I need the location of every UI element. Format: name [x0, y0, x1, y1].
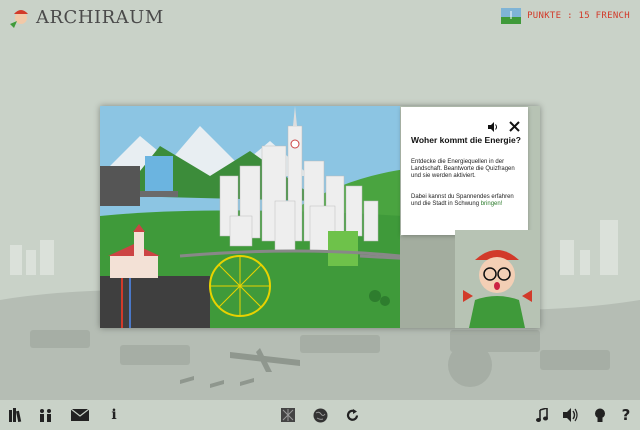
bottom-toolbar: i ? — [0, 400, 640, 430]
info-label: i — [111, 407, 117, 423]
points-text: PUNKTE : 15 FRENCH — [527, 11, 630, 21]
reload-icon[interactable] — [344, 407, 360, 423]
lightbulb-icon[interactable] — [592, 407, 608, 423]
info-icon[interactable]: i — [106, 407, 122, 423]
people-icon[interactable] — [38, 407, 54, 423]
map-icon[interactable] — [280, 407, 296, 423]
globe-icon[interactable] — [312, 407, 328, 423]
info-card: Woher kommt die Energie? Entdecke die En… — [401, 107, 528, 235]
mail-icon[interactable] — [70, 407, 90, 423]
speaker-toolbar-icon[interactable] — [563, 407, 579, 423]
points-display: PUNKTE : 15 FRENCH — [501, 8, 630, 24]
archiraum-logo[interactable]: ARCHIRAUM — [8, 4, 164, 30]
mascot-logo-icon — [10, 10, 28, 28]
card-title: Woher kommt die Energie? — [411, 135, 521, 145]
help-label: ? — [621, 406, 631, 424]
card-detail-link[interactable]: bringen! — [481, 201, 503, 207]
music-icon[interactable] — [534, 407, 550, 423]
card-intro-text: Entdecke die Energiequellen in der Lands… — [411, 159, 515, 180]
logo-text: ARCHIRAUM — [36, 6, 164, 28]
energy-landscape-thumbnail-icon — [501, 8, 522, 24]
mascot-character — [455, 230, 540, 328]
library-icon[interactable] — [8, 407, 24, 423]
help-icon[interactable]: ? — [618, 406, 634, 424]
card-detail-text: Dabei kannst du Spannendes erfahren und … — [411, 194, 523, 208]
